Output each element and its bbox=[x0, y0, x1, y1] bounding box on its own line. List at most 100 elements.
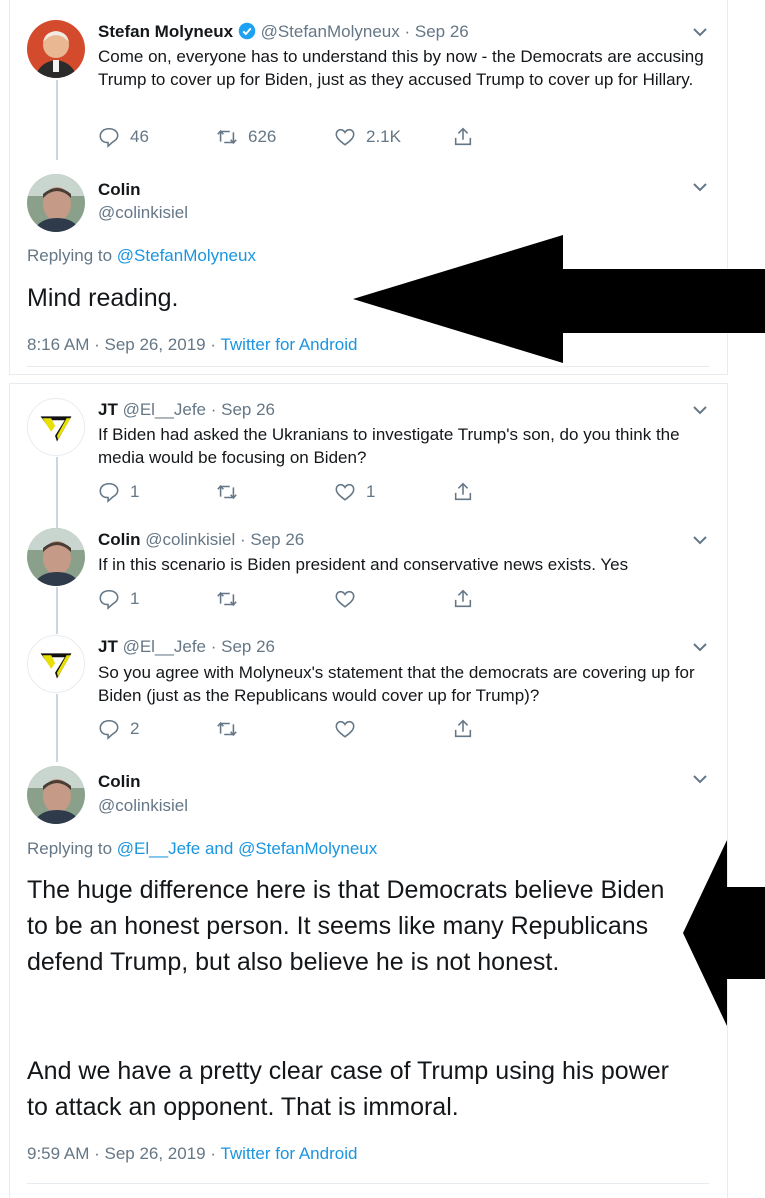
reply-button[interactable]: 1 bbox=[98, 481, 139, 503]
thread-line bbox=[56, 80, 58, 160]
tweet-actions: 1 1 bbox=[98, 481, 498, 505]
divider bbox=[27, 1183, 709, 1184]
thread-line bbox=[56, 457, 58, 528]
tweet-header: JT @El__Jefe · Sep 26 bbox=[98, 637, 275, 657]
tweet-actions: 1 bbox=[98, 588, 498, 612]
mention-link[interactable]: @StefanMolyneux bbox=[117, 246, 256, 265]
share-button[interactable] bbox=[452, 126, 484, 148]
like-icon bbox=[335, 128, 355, 146]
like-icon bbox=[335, 720, 355, 738]
timestamp-text[interactable]: 9:59 AM · Sep 26, 2019 · bbox=[27, 1144, 216, 1163]
reply-count: 1 bbox=[130, 482, 140, 501]
chevron-down-icon[interactable] bbox=[692, 179, 708, 195]
tweet-timestamp: 8:16 AM · Sep 26, 2019 · Twitter for And… bbox=[27, 335, 357, 355]
reply-count: 46 bbox=[130, 127, 149, 146]
like-icon bbox=[335, 590, 355, 608]
focused-tweet-paragraph: The huge difference here is that Democra… bbox=[27, 876, 665, 976]
chevron-down-icon[interactable] bbox=[692, 532, 708, 548]
tweet-date[interactable]: · Sep 26 bbox=[404, 22, 468, 41]
author-name[interactable]: JT bbox=[98, 400, 118, 419]
author-handle[interactable]: @colinkisiel bbox=[98, 203, 188, 222]
focused-tweet-text: Mind reading. bbox=[27, 284, 179, 312]
avatar-colin[interactable] bbox=[27, 766, 85, 824]
like-button[interactable] bbox=[334, 588, 366, 610]
retweet-count: 626 bbox=[248, 127, 277, 146]
share-icon bbox=[454, 127, 472, 146]
reply-count: 2 bbox=[130, 719, 140, 738]
reply-button[interactable]: 2 bbox=[98, 718, 139, 740]
tweet-date[interactable]: · Sep 26 bbox=[240, 530, 304, 549]
tweet-header: Stefan Molyneux @StefanMolyneux · Sep 26 bbox=[98, 22, 469, 42]
tweet-header: Colin @colinkisiel · Sep 26 bbox=[98, 530, 304, 550]
author-name[interactable]: Colin bbox=[98, 530, 141, 549]
share-icon bbox=[454, 719, 472, 738]
author-name[interactable]: Colin bbox=[98, 772, 141, 791]
tweet-detail-panel-2: JT @El__Jefe · Sep 26 If Biden had asked… bbox=[9, 383, 728, 1198]
author-handle[interactable]: @El__Jefe bbox=[123, 400, 206, 419]
chevron-down-icon[interactable] bbox=[692, 402, 708, 418]
avatar-jt[interactable] bbox=[27, 398, 85, 456]
tweet-date[interactable]: · Sep 26 bbox=[211, 400, 275, 419]
author-name-row: Colin bbox=[98, 180, 141, 200]
reply-button[interactable]: 1 bbox=[98, 588, 139, 610]
retweet-icon bbox=[217, 484, 237, 500]
avatar-colin[interactable] bbox=[27, 174, 85, 232]
tweet-text: Come on, everyone has to understand this… bbox=[98, 47, 704, 89]
thread-line bbox=[56, 587, 58, 634]
like-count: 1 bbox=[366, 482, 376, 501]
replying-prefix: Replying to bbox=[27, 839, 113, 858]
tweet-text: If Biden had asked the Ukranians to inve… bbox=[98, 425, 680, 467]
arrow-left-icon bbox=[683, 840, 765, 1026]
replying-and: and bbox=[204, 839, 234, 858]
retweet-button[interactable]: 626 bbox=[216, 126, 276, 148]
tweet-actions: 2 bbox=[98, 718, 498, 742]
author-name-row: Colin bbox=[98, 772, 141, 792]
author-handle[interactable]: @colinkisiel bbox=[98, 796, 188, 815]
tweet-actions: 46 626 2.1K bbox=[98, 126, 498, 150]
mention-link[interactable]: @StefanMolyneux bbox=[238, 839, 377, 858]
like-button[interactable]: 1 bbox=[334, 481, 375, 503]
reply-icon bbox=[99, 482, 119, 503]
replying-prefix: Replying to bbox=[27, 246, 113, 265]
chevron-down-icon[interactable] bbox=[692, 639, 708, 655]
author-handle[interactable]: @El__Jefe bbox=[123, 637, 206, 656]
share-button[interactable] bbox=[452, 481, 484, 503]
like-button[interactable] bbox=[334, 718, 366, 740]
avatar-stefan[interactable] bbox=[27, 20, 85, 78]
avatar-jt[interactable] bbox=[27, 635, 85, 693]
focused-tweet-paragraph: And we have a pretty clear case of Trump… bbox=[27, 1057, 669, 1121]
reply-button[interactable]: 46 bbox=[98, 126, 149, 148]
timestamp-text[interactable]: 8:16 AM · Sep 26, 2019 · bbox=[27, 335, 216, 354]
tweet-date[interactable]: · Sep 26 bbox=[211, 637, 275, 656]
like-icon bbox=[335, 483, 355, 501]
mention-link[interactable]: @El__Jefe bbox=[117, 839, 200, 858]
author-name[interactable]: Colin bbox=[98, 180, 141, 199]
author-handle-row: @colinkisiel bbox=[98, 796, 188, 816]
share-button[interactable] bbox=[452, 588, 484, 610]
divider bbox=[27, 366, 709, 367]
chevron-down-icon[interactable] bbox=[692, 771, 708, 787]
tweet-text: So you agree with Molyneux's statement t… bbox=[98, 663, 695, 705]
retweet-icon bbox=[217, 591, 237, 607]
share-icon bbox=[454, 482, 472, 501]
source-link[interactable]: Twitter for Android bbox=[220, 1144, 357, 1163]
retweet-button[interactable] bbox=[216, 481, 248, 503]
chevron-down-icon[interactable] bbox=[692, 24, 708, 40]
tweet-text: If in this scenario is Biden president a… bbox=[98, 555, 629, 574]
share-button[interactable] bbox=[452, 718, 484, 740]
retweet-icon bbox=[217, 129, 237, 145]
retweet-icon bbox=[217, 721, 237, 737]
like-count: 2.1K bbox=[366, 127, 401, 146]
author-handle[interactable]: @colinkisiel bbox=[145, 530, 235, 549]
source-link[interactable]: Twitter for Android bbox=[220, 335, 357, 354]
avatar-colin[interactable] bbox=[27, 528, 85, 586]
retweet-button[interactable] bbox=[216, 718, 248, 740]
like-button[interactable]: 2.1K bbox=[334, 126, 401, 148]
author-handle[interactable]: @StefanMolyneux bbox=[261, 22, 400, 41]
author-name[interactable]: Stefan Molyneux bbox=[98, 22, 233, 41]
reply-icon bbox=[99, 719, 119, 740]
verified-badge-icon bbox=[238, 22, 256, 40]
retweet-button[interactable] bbox=[216, 588, 248, 610]
author-name[interactable]: JT bbox=[98, 637, 118, 656]
reply-icon bbox=[99, 127, 119, 148]
